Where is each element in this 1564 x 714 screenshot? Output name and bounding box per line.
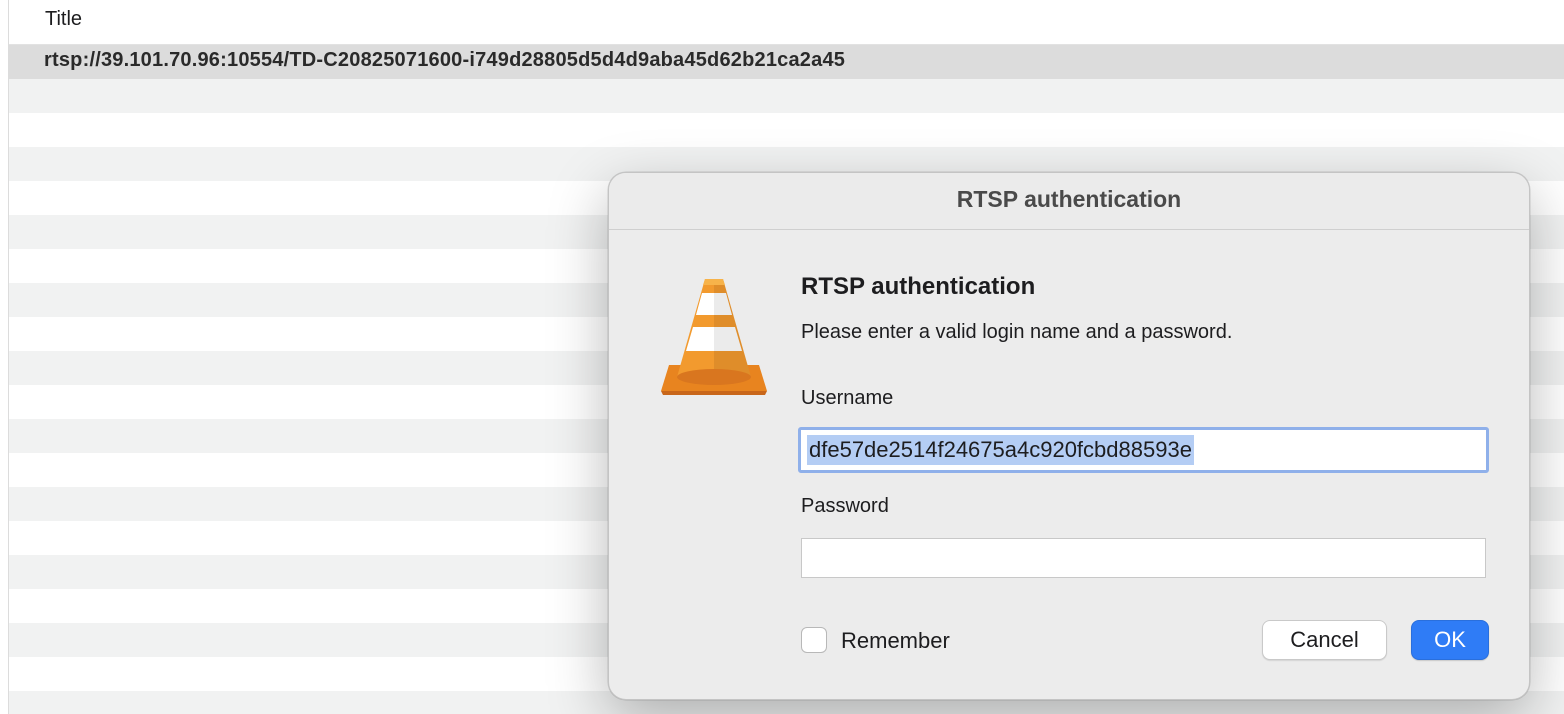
- remember-checkbox[interactable]: [801, 627, 827, 653]
- playlist-row-title: rtsp://39.101.70.96:10554/TD-C2082507160…: [44, 49, 846, 71]
- dialog-window-title: RTSP authentication: [956, 186, 1182, 212]
- vlc-playlist-window: Title rtsp://39.101.70.96:10554/TD-C2082…: [0, 0, 1564, 714]
- password-label: Password: [801, 495, 889, 517]
- username-selected-text: dfe57de2514f24675a4c920fcbd88593e: [807, 435, 1194, 465]
- ok-button[interactable]: OK: [1411, 620, 1489, 660]
- cancel-button[interactable]: Cancel: [1262, 620, 1387, 660]
- password-field[interactable]: [801, 538, 1486, 578]
- playlist-header: Title: [9, 0, 1564, 45]
- playlist-row[interactable]: rtsp://39.101.70.96:10554/TD-C2082507160…: [9, 45, 1564, 79]
- dialog-titlebar[interactable]: RTSP authentication: [609, 173, 1529, 230]
- username-label: Username: [801, 387, 894, 409]
- empty-row: [9, 113, 1564, 147]
- column-header-title[interactable]: Title: [45, 8, 82, 31]
- empty-row: [9, 79, 1564, 113]
- remember-label[interactable]: Remember: [841, 628, 950, 654]
- username-field[interactable]: dfe57de2514f24675a4c920fcbd88593e: [798, 427, 1489, 473]
- dialog-message: Please enter a valid login name and a pa…: [801, 321, 1233, 343]
- dialog-heading: RTSP authentication: [801, 273, 1036, 300]
- vlc-cone-icon: [661, 279, 767, 395]
- rtsp-auth-dialog: RTSP authentication RTSP authentication …: [608, 172, 1530, 700]
